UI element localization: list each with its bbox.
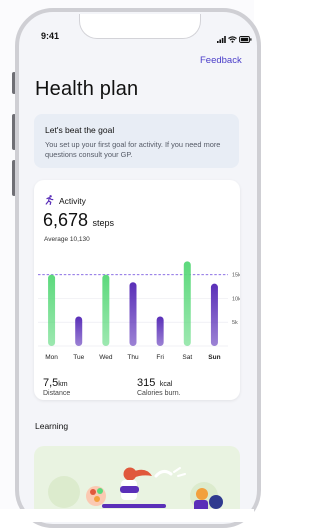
day-label-fri: Fri	[156, 354, 164, 361]
day-label-mon: Mon	[45, 354, 58, 361]
goal-card-title: Let's beat the goal	[45, 125, 115, 135]
app-screen: 9:41 Feedback Health plan Let's beat the…	[21, 14, 254, 514]
day-label-tue: Tue	[73, 354, 84, 361]
steps-value: 6,678	[43, 210, 89, 230]
steps-average: Average 10,130	[44, 236, 90, 243]
wifi-icon	[228, 30, 237, 48]
distance-value: 7,5	[43, 377, 59, 389]
status-icons	[217, 30, 252, 48]
day-label-sun: Sun	[208, 354, 220, 361]
bar-mon	[48, 274, 56, 346]
goal-card[interactable]: Let's beat the goal You set up your firs…	[34, 114, 239, 168]
bar-fri	[156, 316, 164, 346]
feedback-link[interactable]: Feedback	[200, 55, 242, 66]
bar-tue	[75, 316, 83, 346]
steps-unit: steps	[92, 218, 115, 228]
bar-sun	[210, 283, 218, 346]
calories-value: 315	[137, 377, 156, 389]
day-label-thu: Thu	[127, 354, 139, 361]
y-tick-label: 15k	[232, 273, 240, 279]
day-label-sat: Sat	[182, 354, 192, 361]
distance-label: Distance	[43, 390, 71, 397]
learning-illustration[interactable]	[34, 446, 240, 514]
calories-label: Calories burn.	[137, 390, 181, 397]
steps-bar-chart: 15k 10k 5k Mon Tue Wed Thu Fri Sat Sun	[38, 261, 240, 361]
steps-count: 6,678 steps	[43, 210, 114, 231]
bicycle-family-illustration	[48, 467, 223, 512]
status-time: 9:41	[41, 31, 60, 41]
bar-thu	[129, 282, 137, 346]
y-tick-label: 10k	[232, 296, 240, 302]
activity-card[interactable]: Activity 6,678 steps Average 10,130 15k 1…	[34, 180, 240, 400]
running-person-icon	[45, 192, 54, 210]
activity-header: Activity	[45, 192, 86, 210]
calories-unit: kcal	[159, 381, 173, 388]
calories-metric: 315 kcal	[137, 373, 172, 391]
bar-sat	[183, 261, 191, 346]
y-tick-label: 5k	[232, 320, 238, 326]
battery-icon	[239, 30, 252, 48]
phone-notch	[79, 14, 201, 39]
bottom-edge	[0, 509, 254, 522]
distance-unit: km	[58, 381, 68, 388]
page-title: Health plan	[35, 78, 139, 100]
learning-section-title: Learning	[35, 421, 69, 431]
activity-label: Activity	[59, 196, 86, 206]
day-label-wed: Wed	[99, 354, 113, 361]
goal-card-text: You set up your first goal for activity.…	[45, 140, 221, 159]
cellular-signal-icon	[217, 30, 226, 48]
distance-metric: 7,5km	[43, 373, 68, 391]
bar-wed	[102, 274, 110, 346]
